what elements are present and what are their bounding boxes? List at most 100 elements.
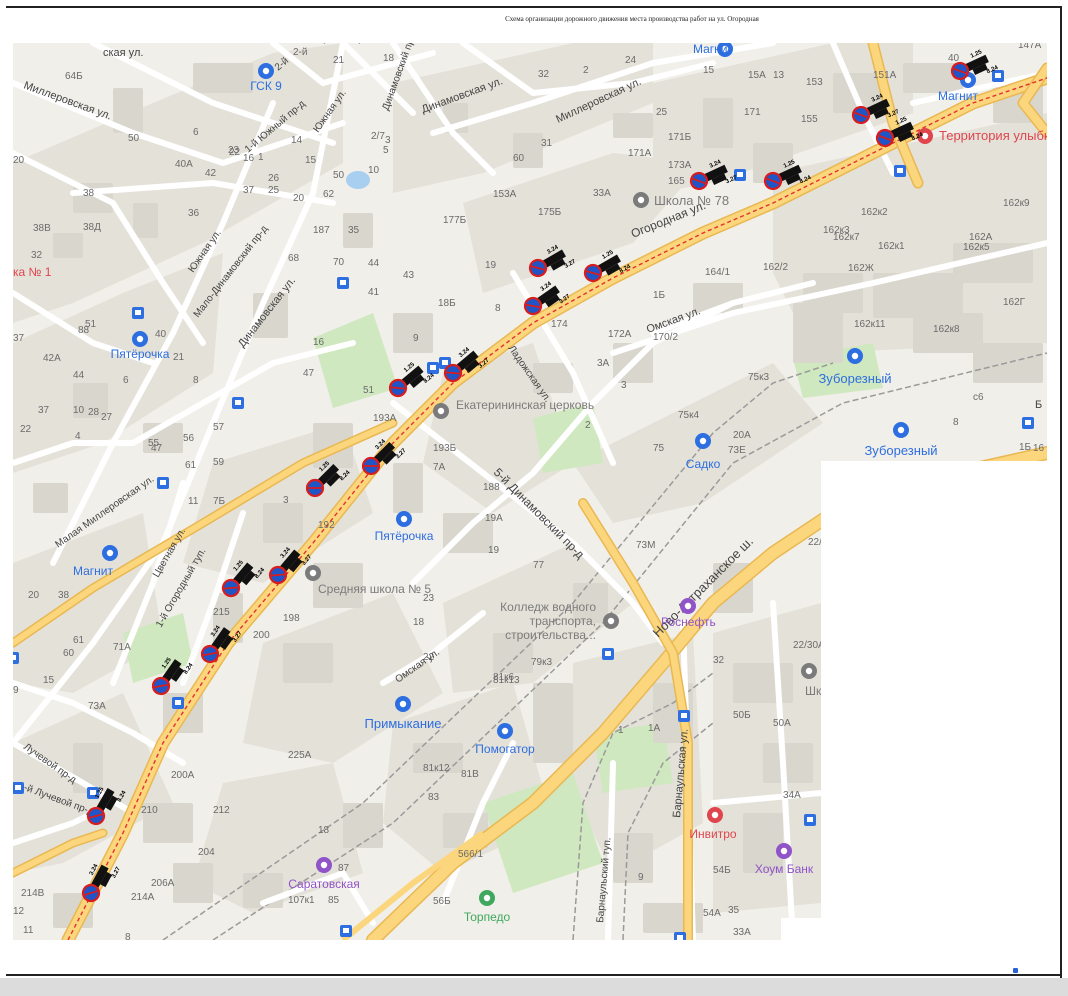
- house-number: 25: [656, 107, 668, 118]
- house-number: 40: [155, 329, 167, 340]
- building: [613, 833, 653, 883]
- poi-label: Зуборезный: [818, 371, 891, 386]
- house-number: 28: [88, 407, 100, 418]
- house-number: 204: [198, 847, 215, 858]
- house-number: 1: [618, 725, 624, 736]
- shop-icon: [102, 545, 118, 561]
- house-number: 32: [538, 69, 550, 80]
- house-number: 15: [43, 675, 55, 686]
- house-number: 3: [283, 495, 289, 506]
- house-number: 38В: [33, 223, 51, 234]
- building: [703, 98, 733, 148]
- house-number: 56: [183, 433, 195, 444]
- house-number: 81к6: [493, 672, 514, 683]
- house-number: 83: [428, 792, 440, 803]
- bus-stop-icon: [602, 648, 614, 660]
- school-icon: [633, 192, 649, 208]
- house-number: 75к4: [678, 410, 699, 421]
- house-number: 51: [85, 319, 97, 330]
- stadium-icon: [479, 890, 495, 906]
- house-number: 171А: [628, 148, 652, 159]
- bus-stop-icon: [678, 710, 690, 722]
- house-number: 8: [193, 375, 199, 386]
- house-number: 188: [483, 482, 500, 493]
- building: [533, 683, 573, 763]
- house-number: 47: [303, 368, 315, 379]
- house-number: 174: [551, 319, 568, 330]
- house-number: 24: [625, 55, 637, 66]
- house-number: 75к3: [748, 372, 769, 383]
- building: [283, 643, 333, 683]
- house-number: 2/7: [371, 131, 385, 142]
- poi-label: Саратовская: [288, 877, 360, 891]
- house-number: 162Ж: [848, 263, 875, 274]
- house-number: 1А: [648, 723, 661, 734]
- house-number: 42А: [43, 353, 61, 364]
- house-number: 162Г: [1003, 297, 1026, 308]
- house-number: 25: [268, 185, 280, 196]
- house-number: 9: [413, 333, 419, 344]
- house-number: 171: [744, 107, 761, 118]
- house-number: с6: [973, 392, 984, 403]
- house-number: 75: [653, 443, 665, 454]
- bank-icon: [776, 843, 792, 859]
- bus-stop-icon: [232, 397, 244, 409]
- house-number: 18: [383, 53, 395, 64]
- house-number: 1Б: [1019, 442, 1032, 453]
- house-number: 162к11: [854, 319, 886, 330]
- house-number: 62: [323, 189, 335, 200]
- house-number: 40А: [175, 159, 193, 170]
- poi-label: Пятёрочка: [111, 347, 170, 361]
- house-number: 147А: [1018, 43, 1042, 51]
- house-number: 35: [348, 225, 360, 236]
- shop-icon: [695, 433, 711, 449]
- house-number: 6: [123, 375, 129, 386]
- shop-icon: [396, 511, 412, 527]
- house-number: 214А: [131, 892, 155, 903]
- house-number: 4: [75, 431, 81, 442]
- map-viewport[interactable]: 64Б 2-й 21 18 32 2 24 13 147А 40 151А 153 15А 15 6 50 23…: [13, 43, 1047, 940]
- building: [343, 803, 383, 848]
- bus-stop-icon: [804, 814, 816, 826]
- house-number: 153: [806, 77, 823, 88]
- house-number: 162/2: [763, 262, 788, 273]
- building: [263, 503, 303, 543]
- pond: [346, 171, 370, 189]
- house-number: 81к12: [423, 763, 450, 774]
- house-number: 15: [703, 65, 715, 76]
- house-number: 51: [363, 385, 375, 396]
- house-number: 73А: [88, 701, 106, 712]
- bus-stop-icon: [674, 932, 686, 940]
- house-number: 214В: [21, 888, 45, 899]
- house-number: 162к9: [1003, 198, 1030, 209]
- house-number: 566/1: [458, 849, 483, 860]
- house-number: 70: [333, 257, 345, 268]
- house-number: 11: [23, 925, 34, 936]
- house-number: 193Б: [433, 443, 457, 454]
- right-border: [1060, 6, 1062, 978]
- house-number: 3: [621, 380, 627, 391]
- house-number: 50Б: [733, 710, 751, 721]
- house-number: 7А: [433, 462, 446, 473]
- house-number: 8: [495, 303, 501, 314]
- house-number: 215: [213, 607, 230, 618]
- house-number: 210: [141, 805, 158, 816]
- street-label: ская ул.: [103, 47, 143, 59]
- house-number: 54Б: [713, 865, 731, 876]
- building: [53, 233, 83, 258]
- stop-icon: [893, 422, 909, 438]
- house-number: 155: [801, 114, 818, 125]
- house-number: 26: [268, 173, 280, 184]
- house-number: 22: [229, 147, 241, 158]
- bus-stop-icon: [157, 477, 169, 489]
- building: [733, 663, 793, 703]
- house-number: 200А: [171, 770, 195, 781]
- house-number: 37: [38, 405, 50, 416]
- house-number: 162к8: [933, 324, 960, 335]
- house-number: 8: [125, 932, 131, 940]
- house-number: 107к1: [288, 895, 315, 906]
- building: [133, 203, 158, 238]
- house-number: 2: [585, 420, 591, 431]
- house-number: 225А: [288, 750, 312, 761]
- house-number: 16: [313, 337, 325, 348]
